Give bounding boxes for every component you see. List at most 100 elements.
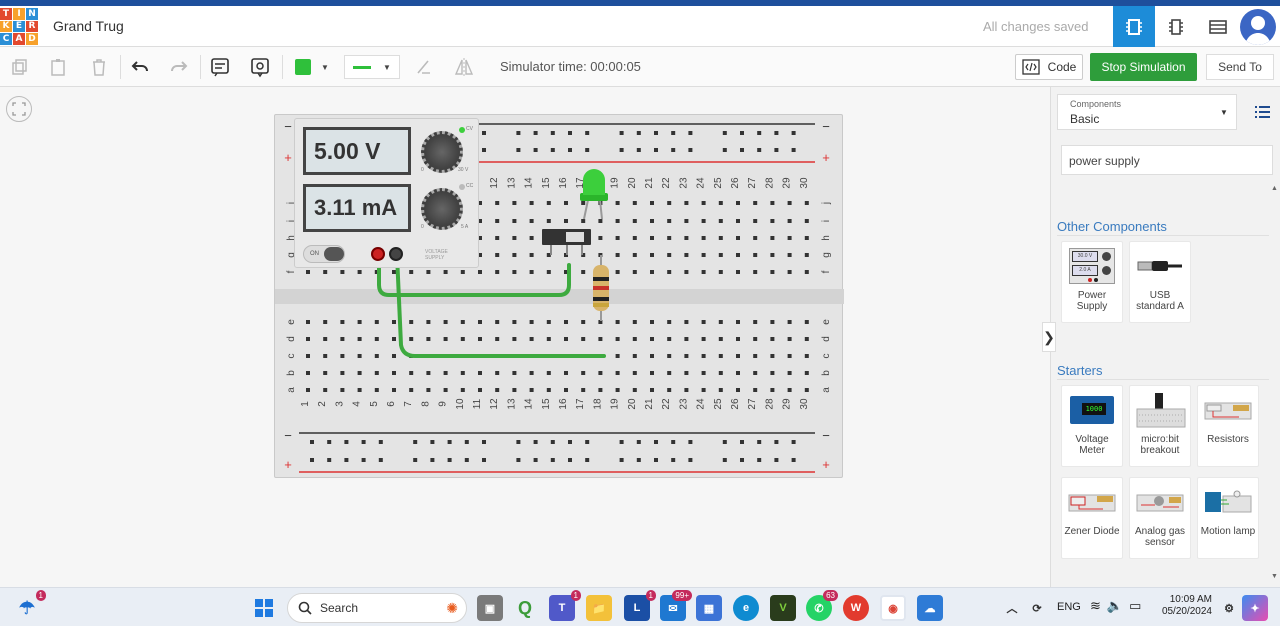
- negative-terminal[interactable]: [389, 247, 403, 261]
- cv-indicator: [459, 127, 465, 133]
- terminal-hole: [495, 236, 500, 240]
- scroll-down-icon: ▼: [1271, 573, 1278, 580]
- row-label: e: [821, 319, 832, 325]
- usb-standard-a-card[interactable]: USB standard A: [1129, 241, 1191, 323]
- outlook-app[interactable]: L1: [624, 590, 656, 621]
- terminal-hole: [701, 320, 706, 324]
- terminal-hole: [684, 371, 689, 375]
- rotate-icon: [417, 60, 430, 74]
- voltage-meter-card[interactable]: 1000 Voltage Meter: [1061, 385, 1123, 467]
- toggle-notes-button[interactable]: [246, 55, 274, 79]
- user-avatar[interactable]: [1240, 9, 1276, 45]
- rail-hole: [688, 148, 693, 152]
- minus-sign: −: [284, 428, 292, 443]
- notes-button[interactable]: [206, 55, 234, 79]
- column-number: 18: [592, 398, 603, 410]
- rail-hole: [757, 458, 762, 462]
- list-view-button[interactable]: [1253, 103, 1271, 121]
- rotate-button[interactable]: [410, 55, 438, 79]
- schematic-view-button[interactable]: [1155, 6, 1197, 47]
- taskbar-search[interactable]: Search ✺: [287, 593, 467, 623]
- tinkercad-logo[interactable]: T I N K E R C A D: [0, 8, 38, 45]
- edge-app[interactable]: e: [733, 595, 759, 621]
- store-app[interactable]: ▦: [696, 595, 722, 621]
- vim-app[interactable]: V: [770, 595, 796, 621]
- terminal-hole: [495, 219, 500, 223]
- weather-widget[interactable]: ☂ 1: [14, 590, 46, 621]
- start-button[interactable]: [251, 595, 277, 621]
- language-indicator[interactable]: ENG: [1057, 601, 1081, 613]
- terminal-hole: [529, 201, 534, 205]
- terminal-hole: [684, 337, 689, 341]
- motion-lamp-card[interactable]: Motion lamp: [1197, 477, 1259, 559]
- teams-badge: 1: [570, 590, 581, 601]
- redo-button[interactable]: [165, 55, 193, 79]
- terminal-hole: [409, 388, 414, 392]
- paste-button[interactable]: [45, 55, 73, 79]
- terminal-hole: [770, 354, 775, 358]
- rail-hole: [482, 148, 486, 152]
- circuit-view-button[interactable]: [1113, 6, 1155, 47]
- wps-app[interactable]: W: [843, 595, 869, 621]
- system-clock[interactable]: 10:09 AM 05/20/2024: [1150, 594, 1212, 618]
- positive-terminal[interactable]: [371, 247, 385, 261]
- copilot-button[interactable]: ✦: [1242, 595, 1268, 621]
- components-dropdown[interactable]: Components Basic ▼: [1057, 94, 1237, 130]
- cloud-app[interactable]: ☁: [917, 595, 943, 621]
- power-switch[interactable]: ON: [303, 245, 345, 263]
- design-title[interactable]: Grand Trug: [53, 18, 124, 34]
- column-number: 11: [472, 398, 483, 409]
- fit-view-button[interactable]: [6, 96, 32, 122]
- current-knob[interactable]: [421, 188, 463, 230]
- file-explorer-app[interactable]: 📁: [586, 595, 612, 621]
- component-search-input[interactable]: power supply: [1061, 145, 1273, 175]
- voltage-knob[interactable]: [421, 131, 463, 173]
- task-view-button[interactable]: ▣: [477, 595, 503, 621]
- qgis-app[interactable]: Q: [512, 595, 538, 621]
- terminal-hole: [667, 371, 672, 375]
- zener-diode-card[interactable]: Zener Diode: [1061, 477, 1123, 559]
- terminal-hole: [804, 388, 809, 392]
- teams-app[interactable]: T1: [549, 590, 581, 621]
- panel-scrollbar[interactable]: ▲ ▼: [1271, 185, 1279, 580]
- column-number: 23: [678, 398, 689, 410]
- delete-button[interactable]: [85, 55, 113, 79]
- column-number: 21: [644, 398, 655, 410]
- wire-type-picker[interactable]: ▼: [344, 55, 400, 79]
- send-to-button[interactable]: Send To: [1206, 54, 1274, 80]
- flip-button[interactable]: [450, 55, 478, 79]
- code-button[interactable]: Code: [1015, 54, 1083, 80]
- terminal-hole: [392, 320, 396, 324]
- terminal-hole: [460, 320, 465, 324]
- rail-hole: [447, 458, 452, 462]
- undo-button[interactable]: [126, 55, 154, 79]
- stop-simulation-button[interactable]: Stop Simulation: [1090, 53, 1197, 81]
- show-hidden-icons[interactable]: ︿: [999, 595, 1025, 621]
- sync-tray[interactable]: ⟳: [1024, 595, 1050, 621]
- component-list-button[interactable]: [1197, 6, 1239, 47]
- rail-hole: [378, 440, 383, 444]
- system-tray[interactable]: ≋ 🔈 ▭: [1090, 598, 1141, 614]
- color-picker[interactable]: ▼: [288, 55, 336, 79]
- microbit-breakout-card[interactable]: micro:bit breakout: [1129, 385, 1191, 467]
- analog-gas-sensor-card[interactable]: Analog gas sensor: [1129, 477, 1191, 559]
- chrome-app[interactable]: ◉: [880, 595, 906, 621]
- settings-tray[interactable]: ⚙: [1216, 595, 1242, 621]
- collapse-panel-button[interactable]: ❯: [1042, 322, 1056, 352]
- terminal-hole: [478, 320, 482, 324]
- mail-app[interactable]: ✉ 99+: [660, 590, 692, 621]
- power-supply-card[interactable]: 30.0 V 2.0 A Power Supply: [1061, 241, 1123, 323]
- rail-hole: [722, 148, 727, 152]
- column-number: 20: [627, 177, 638, 189]
- resistors-card[interactable]: Resistors: [1197, 385, 1259, 467]
- terminal-hole: [718, 354, 723, 358]
- power-supply[interactable]: 5.00 V 3.11 mA CV CC 0 30 V 0 5 A ON VOL…: [294, 118, 479, 268]
- rail-hole: [654, 458, 658, 462]
- terminal-hole: [443, 337, 448, 341]
- color-swatch: [295, 59, 312, 75]
- cc-indicator: [459, 184, 465, 190]
- whatsapp-app[interactable]: ✆ 63: [806, 590, 838, 621]
- copy-button[interactable]: [6, 55, 34, 79]
- terminal-hole: [701, 236, 706, 240]
- terminal-hole: [736, 388, 740, 392]
